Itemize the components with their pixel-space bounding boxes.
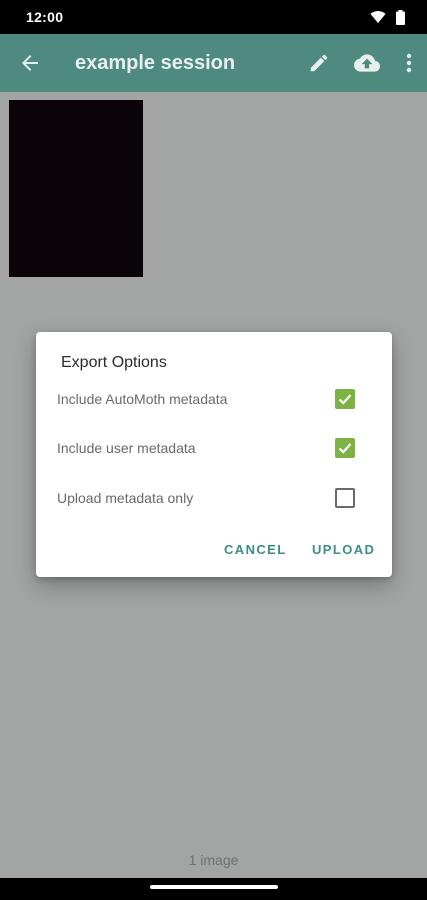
home-gesture-handle[interactable]	[150, 885, 278, 889]
cancel-button[interactable]: CANCEL	[224, 542, 287, 557]
check-icon	[338, 394, 352, 405]
arrow-back-icon	[22, 55, 38, 71]
status-time: 12:00	[26, 9, 64, 25]
option-label: Include AutoMoth metadata	[57, 391, 228, 407]
upload-button[interactable]	[343, 34, 391, 92]
checkbox-unchecked[interactable]	[335, 488, 355, 508]
back-button[interactable]	[0, 34, 60, 92]
page-title: example session	[75, 51, 236, 74]
option-label: Include user metadata	[57, 440, 196, 456]
navigation-bar	[0, 878, 427, 900]
more-options-button[interactable]	[391, 34, 427, 92]
wifi-icon	[370, 11, 386, 23]
status-bar: 12:00	[0, 0, 427, 34]
option-include-automoth-metadata[interactable]: Include AutoMoth metadata	[36, 377, 392, 421]
status-icons	[370, 9, 405, 25]
battery-icon	[396, 9, 405, 25]
edit-button[interactable]	[295, 34, 343, 92]
image-thumbnail[interactable]	[9, 100, 143, 277]
dialog-title: Export Options	[61, 354, 167, 371]
more-vert-icon	[406, 53, 412, 73]
image-count: 1 image	[188, 852, 239, 868]
option-upload-metadata-only[interactable]: Upload metadata only	[36, 476, 392, 520]
cloud-upload-icon	[354, 54, 380, 72]
checkbox-checked[interactable]	[335, 438, 355, 458]
upload-button[interactable]: UPLOAD	[312, 542, 375, 557]
check-icon	[338, 443, 352, 454]
export-options-dialog: Export Options Include AutoMoth metadata…	[36, 332, 392, 577]
checkbox-checked[interactable]	[335, 389, 355, 409]
app-bar: example session	[0, 34, 427, 92]
edit-icon	[310, 54, 328, 72]
option-label: Upload metadata only	[57, 490, 194, 506]
option-include-user-metadata[interactable]: Include user metadata	[36, 426, 392, 470]
